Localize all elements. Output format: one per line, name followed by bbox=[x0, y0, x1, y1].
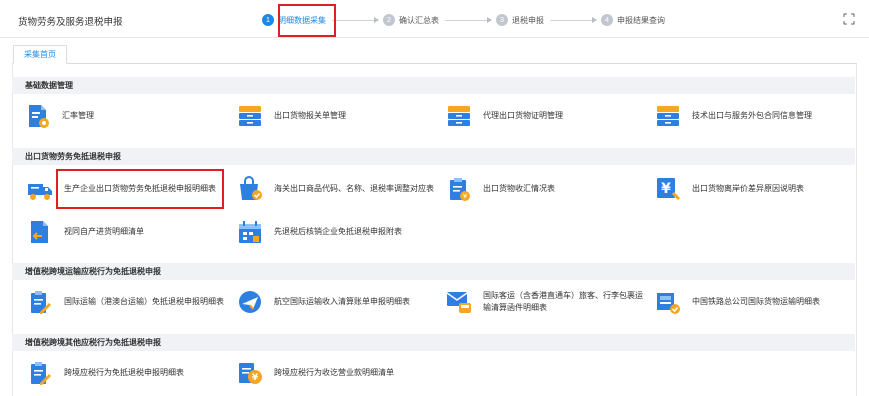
app-title: 货物劳务及服务退税申报 bbox=[18, 17, 123, 28]
item-export-collection[interactable]: ¥ 出口货物收汇情况表 bbox=[445, 172, 555, 206]
item-highlight-box bbox=[56, 169, 224, 209]
item-fob-difference[interactable]: ¥ 出口货物离岸价差异原因说明表 bbox=[654, 172, 804, 206]
step-arrow-icon bbox=[445, 16, 492, 23]
item-refund-before-verify[interactable]: 先退税后核销企业免抵退税申报附表 bbox=[236, 215, 402, 249]
step-highlight-box bbox=[278, 4, 336, 37]
section-header-export-refund: 出口货物劳务免抵退税申报 bbox=[12, 148, 855, 165]
step-4-number: 4 bbox=[601, 14, 613, 26]
step-4-label: 申报结果查询 bbox=[617, 15, 665, 25]
item-cross-border-receipts[interactable]: ¥ 跨境应税行为收讫营业款明细清单 bbox=[236, 356, 394, 390]
svg-text:¥: ¥ bbox=[661, 181, 671, 197]
svg-text:¥: ¥ bbox=[463, 193, 468, 201]
truck-icon bbox=[28, 184, 52, 200]
step-2-label: 确认汇总表 bbox=[399, 15, 439, 25]
step-1-number: 1 bbox=[262, 14, 274, 26]
doc-yen-icon: ¥ bbox=[239, 363, 262, 384]
plane-icon bbox=[239, 291, 261, 313]
step-arrow-icon bbox=[550, 16, 597, 23]
mail-bus-icon bbox=[446, 292, 471, 313]
item-label: 国际运输（港澳台运输）免抵退税申报明细表 bbox=[64, 297, 224, 306]
item-air-transport-billing[interactable]: 航空国际运输收入清算账单申报明细表 bbox=[236, 285, 410, 319]
step-4[interactable]: 4 申报结果查询 bbox=[601, 14, 665, 26]
item-label: 跨境应税行为免抵退税申报明细表 bbox=[64, 368, 184, 377]
doc-arrow-icon bbox=[31, 221, 48, 243]
item-label: 视同自产进货明细清单 bbox=[64, 227, 144, 236]
item-label: 出口货物收汇情况表 bbox=[483, 184, 555, 193]
item-label: 海关出口商品代码、名称、退税率调整对应表 bbox=[274, 184, 434, 193]
item-label: 出口货物离岸价差异原因说明表 bbox=[692, 184, 804, 193]
step-arrow-icon bbox=[332, 16, 379, 23]
cabinet-icon bbox=[448, 106, 470, 126]
item-hs-code-adjust[interactable]: 海关出口商品代码、名称、退税率调整对应表 bbox=[236, 172, 434, 206]
item-self-produced-purchase[interactable]: 视同自产进货明细清单 bbox=[26, 215, 144, 249]
step-3-number: 3 bbox=[496, 14, 508, 26]
calendar-icon bbox=[239, 221, 261, 243]
item-label: 国际客运（含香港直通车）旅客、行李包裹运输清算函件明细表 bbox=[483, 291, 643, 312]
step-3[interactable]: 3 退税申报 bbox=[496, 14, 544, 26]
item-label: 出口货物报关单管理 bbox=[274, 111, 346, 120]
cabinet-icon bbox=[239, 106, 261, 126]
item-intl-transport-detail[interactable]: 国际运输（港澳台运输）免抵退税申报明细表 bbox=[26, 285, 224, 319]
section-header-cross-border-other: 增值税跨境其他应税行为免抵退税申报 bbox=[12, 334, 855, 351]
step-2-number: 2 bbox=[383, 14, 395, 26]
item-label: 跨境应税行为收讫营业款明细清单 bbox=[274, 368, 394, 377]
item-label: 航空国际运输收入清算账单申报明细表 bbox=[274, 297, 410, 306]
doc-gear-icon bbox=[29, 105, 49, 128]
yen-doc-icon: ¥ bbox=[657, 178, 681, 201]
item-intl-passenger-luggage[interactable]: 国际客运（含香港直通车）旅客、行李包裹运输清算函件明细表 bbox=[445, 285, 643, 319]
fullscreen-icon[interactable] bbox=[843, 13, 855, 25]
item-exchange-rate[interactable]: 汇率管理 bbox=[24, 99, 94, 133]
item-label: 代理出口货物证明管理 bbox=[483, 111, 563, 120]
section-header-cross-border-transport: 增值税跨境运输应税行为免抵退税申报 bbox=[12, 263, 855, 280]
rail-cargo-icon bbox=[657, 293, 680, 314]
doc-pen-icon bbox=[31, 362, 51, 385]
item-label: 汇率管理 bbox=[62, 111, 94, 120]
tab-collect-home[interactable]: 采集首页 bbox=[13, 45, 67, 64]
item-label: 技术出口与服务外包合同信息管理 bbox=[692, 111, 812, 120]
header-bar: 货物劳务及服务退税申报 1 明细数据采集 2 确认汇总表 3 退税申报 4 申报… bbox=[0, 0, 869, 38]
item-agent-export-proof[interactable]: 代理出口货物证明管理 bbox=[445, 99, 563, 133]
item-tech-export-contract[interactable]: 技术出口与服务外包合同信息管理 bbox=[654, 99, 812, 133]
item-cross-border-refund-detail[interactable]: 跨境应税行为免抵退税申报明细表 bbox=[26, 356, 184, 390]
bag-check-icon bbox=[240, 176, 262, 200]
clipboard-yen-icon: ¥ bbox=[450, 178, 470, 201]
item-label: 先退税后核销企业免抵退税申报附表 bbox=[274, 227, 402, 236]
cabinet-icon bbox=[657, 106, 679, 126]
svg-text:¥: ¥ bbox=[252, 373, 259, 383]
item-china-railway-cargo[interactable]: 中国铁路总公司国际货物运输明细表 bbox=[654, 285, 820, 319]
item-export-declaration[interactable]: 出口货物报关单管理 bbox=[236, 99, 346, 133]
step-3-label: 退税申报 bbox=[512, 15, 544, 25]
doc-pen-icon bbox=[31, 291, 51, 314]
section-header-basic-data: 基础数据管理 bbox=[12, 77, 855, 94]
item-label: 中国铁路总公司国际货物运输明细表 bbox=[692, 297, 820, 306]
step-2[interactable]: 2 确认汇总表 bbox=[383, 14, 439, 26]
tab-strip: 采集首页 bbox=[12, 42, 857, 64]
